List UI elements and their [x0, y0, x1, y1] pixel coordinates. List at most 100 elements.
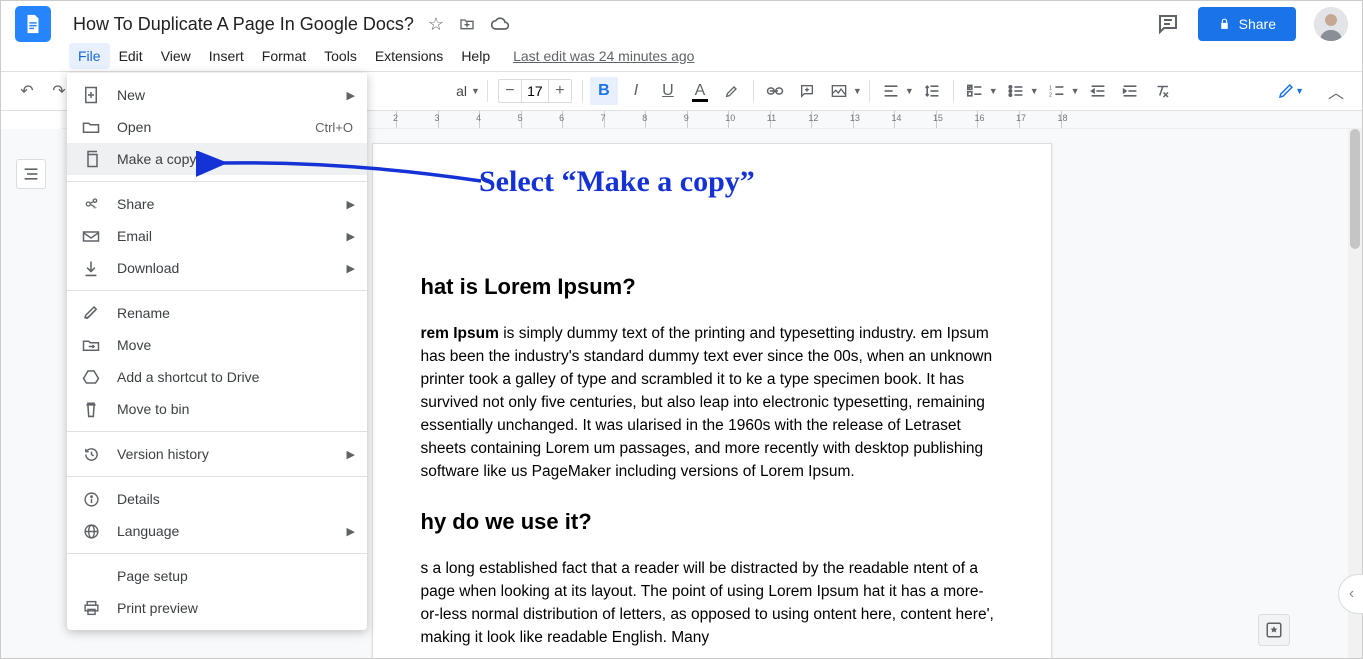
menu-item-label: Move	[117, 337, 151, 353]
submenu-arrow-icon: ▶	[347, 448, 355, 461]
menu-edit[interactable]: Edit	[110, 43, 152, 69]
file-menu-move[interactable]: Move	[67, 329, 367, 361]
menu-file[interactable]: File	[69, 43, 110, 69]
insert-link-button[interactable]	[761, 77, 789, 105]
globe-icon	[81, 523, 101, 540]
menu-item-label: Open	[117, 119, 151, 135]
info-icon	[81, 491, 101, 508]
folder-open-icon	[81, 120, 101, 134]
menu-item-label: Language	[117, 523, 179, 539]
explore-button[interactable]	[1258, 614, 1290, 646]
menu-item-label: Move to bin	[117, 401, 189, 417]
file-menu-language[interactable]: Language ▶	[67, 515, 367, 547]
annotation-arrow-icon	[196, 151, 486, 201]
file-menu-move-to-bin[interactable]: Move to bin	[67, 393, 367, 425]
menu-item-label: Print preview	[117, 600, 198, 616]
menu-item-label: Rename	[117, 305, 170, 321]
menu-separator	[67, 476, 367, 477]
align-button[interactable]	[877, 77, 905, 105]
font-size-control[interactable]: − 17 +	[498, 79, 572, 103]
account-avatar[interactable]	[1314, 7, 1348, 41]
comment-history-icon[interactable]	[1156, 12, 1180, 36]
file-menu-details[interactable]: Details	[67, 483, 367, 515]
title-bar: How To Duplicate A Page In Google Docs? …	[1, 1, 1362, 41]
increase-indent-button[interactable]	[1116, 77, 1144, 105]
doc-heading: hy do we use it?	[421, 509, 1003, 535]
font-size-value[interactable]: 17	[521, 80, 549, 102]
docs-logo-icon[interactable]	[15, 6, 51, 42]
text-color-button[interactable]: A	[686, 77, 714, 105]
file-menu-rename[interactable]: Rename	[67, 297, 367, 329]
menu-item-label: Version history	[117, 446, 209, 462]
highlight-button[interactable]	[718, 77, 746, 105]
file-menu-version-history[interactable]: Version history ▶	[67, 438, 367, 470]
print-icon	[81, 600, 101, 616]
document-page[interactable]: hat is Lorem Ipsum? rem Ipsum is simply …	[372, 143, 1052, 658]
rename-icon	[81, 305, 101, 321]
share-button[interactable]: Share	[1198, 7, 1296, 41]
share-button-label: Share	[1239, 16, 1276, 32]
underline-button[interactable]: U	[654, 77, 682, 105]
move-to-folder-icon[interactable]	[458, 16, 476, 32]
last-edit-link[interactable]: Last edit was 24 minutes ago	[513, 48, 694, 64]
doc-paragraph: s a long established fact that a reader …	[421, 557, 1003, 649]
document-outline-button[interactable]	[16, 159, 46, 189]
download-icon	[81, 260, 101, 277]
decrease-indent-button[interactable]	[1084, 77, 1112, 105]
svg-text:1: 1	[1049, 85, 1052, 91]
drive-shortcut-icon	[81, 369, 101, 385]
menu-insert[interactable]: Insert	[200, 43, 253, 69]
history-icon	[81, 446, 101, 463]
menu-item-label: Page setup	[117, 568, 188, 584]
menu-tools[interactable]: Tools	[315, 43, 366, 69]
file-menu-download[interactable]: Download▶	[67, 252, 367, 284]
menu-help[interactable]: Help	[452, 43, 499, 69]
file-menu-print-preview[interactable]: Print preview	[67, 592, 367, 624]
menu-separator	[67, 431, 367, 432]
menu-format[interactable]: Format	[253, 43, 315, 69]
menu-item-label: Details	[117, 491, 160, 507]
svg-text:+: +	[93, 204, 97, 211]
bold-button[interactable]: B	[590, 77, 618, 105]
clear-formatting-button[interactable]	[1148, 77, 1176, 105]
file-menu-open[interactable]: Open Ctrl+O	[67, 111, 367, 143]
numbered-list-button[interactable]: 12	[1043, 77, 1071, 105]
insert-image-button[interactable]	[825, 77, 853, 105]
menu-view[interactable]: View	[152, 43, 200, 69]
menu-shortcut: Ctrl+O	[315, 120, 353, 135]
menu-item-label: Download	[117, 260, 179, 276]
bulleted-list-button[interactable]	[1002, 77, 1030, 105]
checklist-button[interactable]	[961, 77, 989, 105]
submenu-arrow-icon: ▶	[347, 525, 355, 538]
file-menu-email[interactable]: Email ▶	[67, 220, 367, 252]
file-menu-add-a-shortcut-to-drive[interactable]: Add a shortcut to Drive	[67, 361, 367, 393]
annotation-label: Select “Make a copy”	[479, 165, 755, 199]
undo-button[interactable]: ↶	[13, 77, 41, 105]
menu-bar: File Edit View Insert Format Tools Exten…	[1, 41, 1362, 71]
insert-comment-button[interactable]	[793, 77, 821, 105]
menu-extensions[interactable]: Extensions	[366, 43, 452, 69]
font-size-increase[interactable]: +	[549, 82, 571, 100]
font-family-selector[interactable]: al	[411, 83, 471, 99]
plus-doc-icon	[81, 86, 101, 104]
star-icon[interactable]: ☆	[428, 14, 444, 35]
svg-text:2: 2	[1049, 93, 1052, 98]
collapse-toolbar-button[interactable]: ︿	[1322, 77, 1350, 105]
file-menu-new[interactable]: New▶	[67, 79, 367, 111]
submenu-arrow-icon: ▶	[347, 89, 355, 102]
menu-item-label: Share	[117, 196, 154, 212]
file-menu-page-setup[interactable]: Page setup	[67, 560, 367, 592]
italic-button[interactable]: I	[622, 77, 650, 105]
doc-heading: hat is Lorem Ipsum?	[421, 274, 1003, 300]
editing-mode-button[interactable]: ▼	[1269, 78, 1312, 104]
mail-icon	[81, 230, 101, 243]
doc-paragraph: rem Ipsum is simply dummy text of the pr…	[421, 322, 1003, 483]
submenu-arrow-icon: ▶	[347, 230, 355, 243]
menu-item-label: Email	[117, 228, 152, 244]
menu-separator	[67, 290, 367, 291]
share-icon: +	[81, 196, 101, 212]
font-size-decrease[interactable]: −	[499, 82, 521, 100]
cloud-status-icon[interactable]	[490, 17, 510, 31]
document-title[interactable]: How To Duplicate A Page In Google Docs?	[69, 12, 418, 37]
line-spacing-button[interactable]	[918, 77, 946, 105]
